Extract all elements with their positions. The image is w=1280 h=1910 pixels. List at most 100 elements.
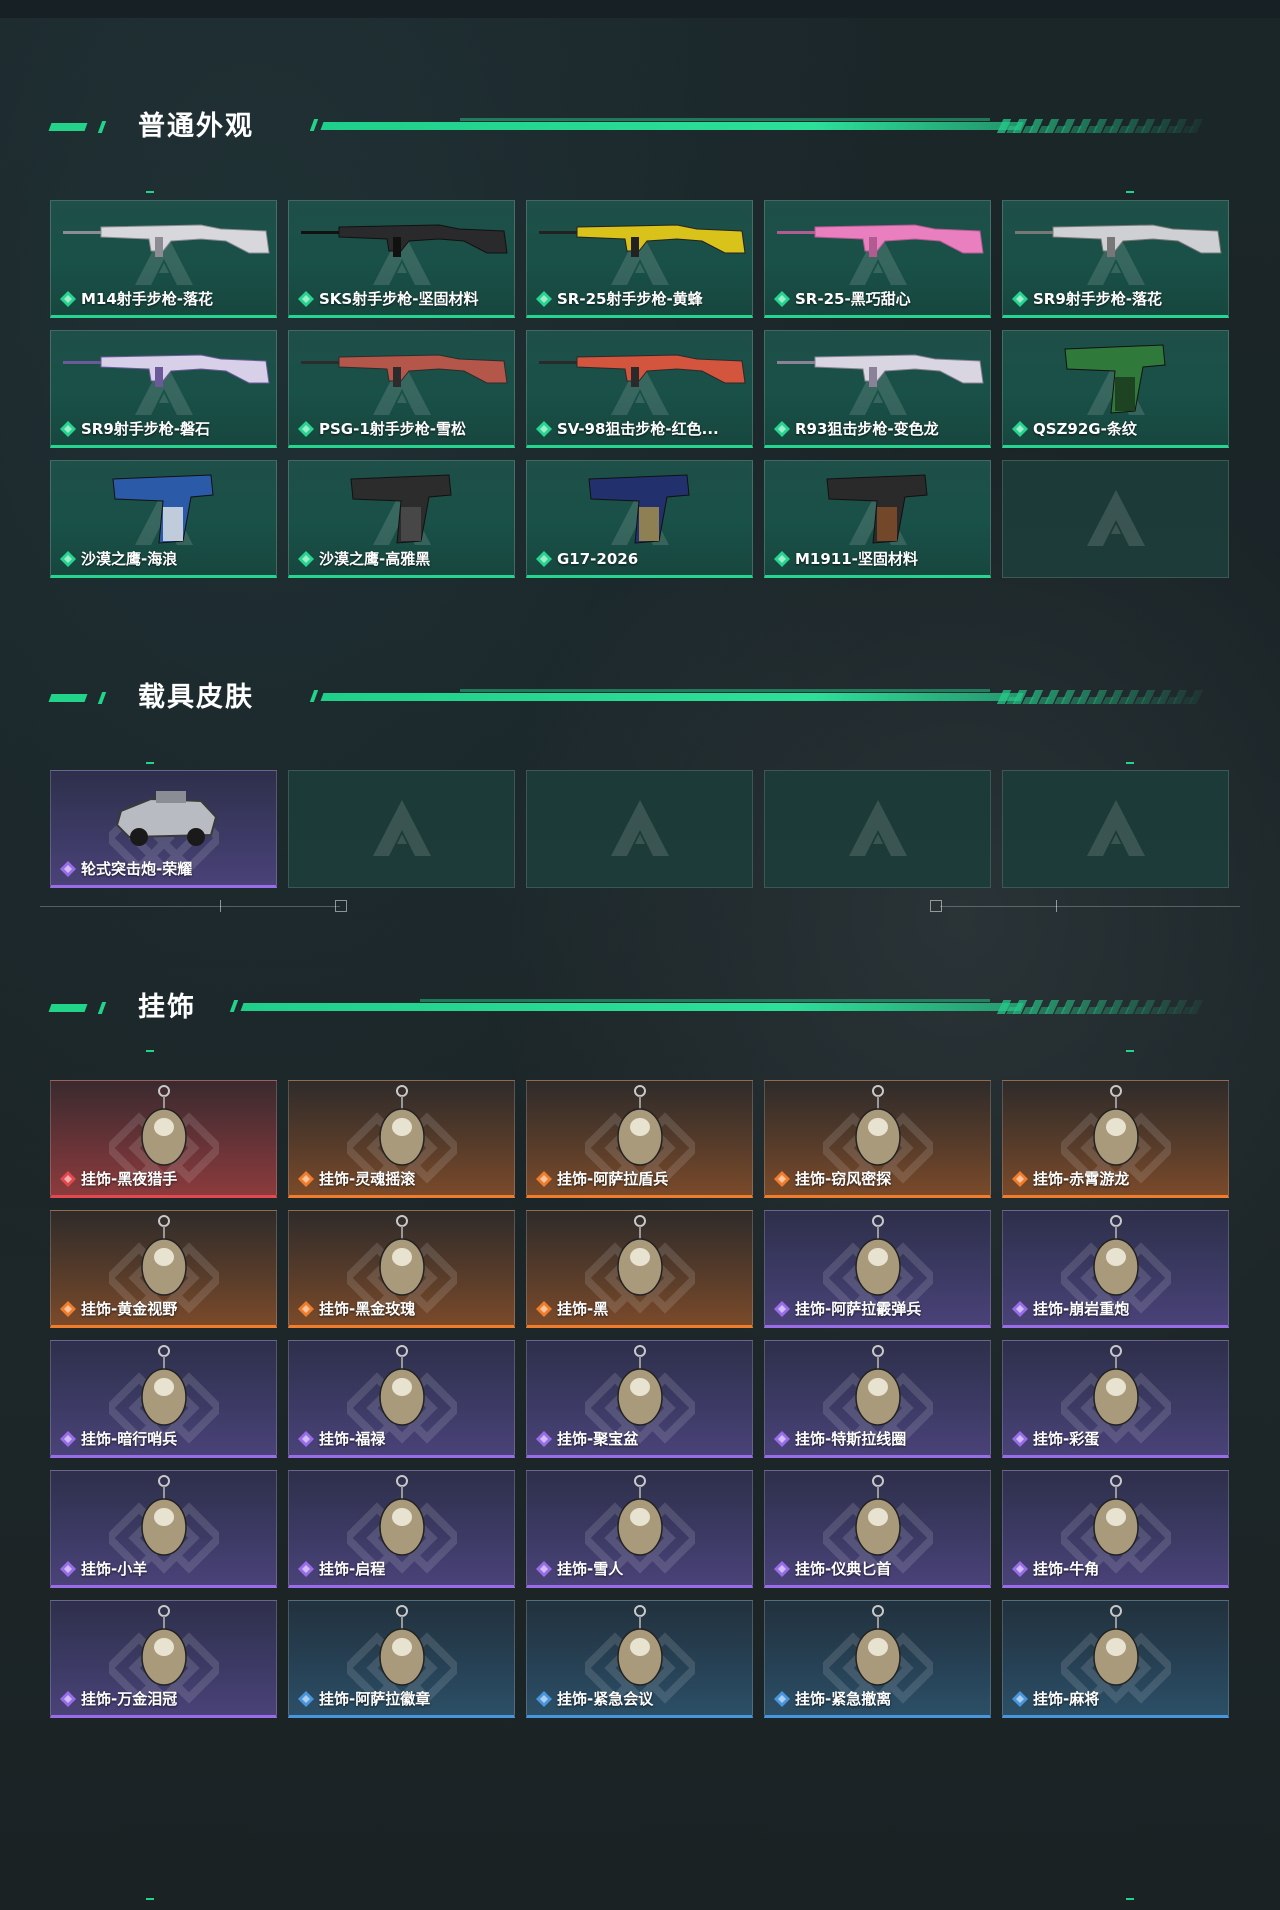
rarity-gem-icon [773,420,791,438]
item-card[interactable]: SV-98狙击步枪-红色... [526,330,753,448]
item-label: 挂饰-灵魂摇滚 [297,1169,508,1189]
item-card[interactable]: G17-2026 [526,460,753,578]
charm-icon [765,1081,990,1177]
item-card[interactable]: 挂饰-黑夜猎手 [50,1080,277,1198]
separator-left [0,900,1280,920]
charm-icon [527,1211,752,1307]
item-card[interactable]: 挂饰-福禄 [288,1340,515,1458]
item-label: 挂饰-聚宝盆 [535,1429,746,1449]
item-card[interactable]: QSZ92G-条纹 [1002,330,1229,448]
item-card[interactable]: 挂饰-黄金视野 [50,1210,277,1328]
item-card[interactable]: 沙漠之鹰-高雅黑 [288,460,515,578]
item-card[interactable]: 挂饰-窃风密探 [764,1080,991,1198]
item-card[interactable]: SR-25射手步枪-黄蜂 [526,200,753,318]
item-name: SKS射手步枪-坚固材料 [319,290,479,308]
separator-box [930,900,942,912]
item-label: G17-2026 [535,549,746,569]
watermark-logo-icon [843,794,913,864]
item-card[interactable]: 挂饰-特斯拉线圈 [764,1340,991,1458]
vehicle-icon [51,771,276,867]
item-name: SR-25-黑巧甜心 [795,290,911,308]
rarity-gem-icon [59,290,77,308]
item-label: QSZ92G-条纹 [1011,419,1222,439]
separator-box [335,900,347,912]
charm-icon [51,1081,276,1177]
item-card[interactable]: SR9射手步枪-磐石 [50,330,277,448]
grid-marker [146,762,154,764]
item-card[interactable]: 挂饰-紧急撤离 [764,1600,991,1718]
charm-icon [1003,1601,1228,1697]
item-label: SR-25-黑巧甜心 [773,289,984,309]
rifle-icon [1003,201,1228,297]
item-card[interactable]: 挂饰-阿萨拉徽章 [288,1600,515,1718]
item-card[interactable]: 挂饰-启程 [288,1470,515,1588]
charm-icon [289,1601,514,1697]
item-card[interactable]: 挂饰-麻将 [1002,1600,1229,1718]
pistol-icon [527,461,752,557]
watermark-logo-icon [605,794,675,864]
rarity-gem-icon [535,420,553,438]
item-card[interactable]: 挂饰-小羊 [50,1470,277,1588]
charm-icon [527,1471,752,1567]
charm-icon [527,1601,752,1697]
item-card[interactable]: SR9射手步枪-落花 [1002,200,1229,318]
item-card[interactable]: 挂饰-黑金玫瑰 [288,1210,515,1328]
item-card[interactable]: SKS射手步枪-坚固材料 [288,200,515,318]
charm-icon [765,1341,990,1437]
grid-marker [1126,1050,1134,1052]
rarity-gem-icon [59,1690,77,1708]
item-card[interactable]: 挂饰-阿萨拉霰弹兵 [764,1210,991,1328]
item-card[interactable]: 挂饰-暗行哨兵 [50,1340,277,1458]
header-line-thin [460,689,990,692]
item-card[interactable]: 挂饰-万金泪冠 [50,1600,277,1718]
item-label: SR-25射手步枪-黄蜂 [535,289,746,309]
rarity-gem-icon [535,550,553,568]
item-card[interactable]: 挂饰-赤霄游龙 [1002,1080,1229,1198]
item-card[interactable]: 挂饰-阿萨拉盾兵 [526,1080,753,1198]
item-card[interactable]: 挂饰-牛角 [1002,1470,1229,1588]
item-name: 挂饰-牛角 [1033,1560,1100,1578]
item-card[interactable]: 挂饰-仪典匕首 [764,1470,991,1588]
item-card[interactable]: 轮式突击炮-荣耀 [50,770,277,888]
item-label: 挂饰-万金泪冠 [59,1689,270,1709]
watermark-logo-icon [1081,484,1151,554]
header-checker [998,697,1202,704]
rarity-gem-icon [535,1430,553,1448]
rarity-gem-icon [59,1170,77,1188]
item-label: 挂饰-崩岩重炮 [1011,1299,1222,1319]
grid-marker [1126,762,1134,764]
item-name: 挂饰-雪人 [557,1560,624,1578]
item-card[interactable]: R93狙击步枪-变色龙 [764,330,991,448]
item-card[interactable]: M14射手步枪-落花 [50,200,277,318]
pistol-icon [1003,331,1228,427]
separator-tick [1056,900,1057,912]
item-card[interactable]: 挂饰-黑 [526,1210,753,1328]
item-card[interactable]: 挂饰-灵魂摇滚 [288,1080,515,1198]
rarity-gem-icon [59,1300,77,1318]
empty-slot [1002,770,1229,888]
item-name: SR9射手步枪-磐石 [81,420,211,438]
item-name: 挂饰-暗行哨兵 [81,1430,178,1448]
item-name: 挂饰-紧急会议 [557,1690,654,1708]
item-card[interactable]: 挂饰-彩蛋 [1002,1340,1229,1458]
item-label: 挂饰-阿萨拉霰弹兵 [773,1299,984,1319]
rarity-gem-icon [1011,290,1029,308]
item-card[interactable]: M1911-坚固材料 [764,460,991,578]
rarity-gem-icon [297,1300,315,1318]
item-label: 挂饰-黄金视野 [59,1299,270,1319]
item-card[interactable]: 沙漠之鹰-海浪 [50,460,277,578]
item-label: 挂饰-紧急撤离 [773,1689,984,1709]
rarity-gem-icon [1011,1690,1029,1708]
item-card[interactable]: 挂饰-雪人 [526,1470,753,1588]
charm-icon [289,1471,514,1567]
item-name: 挂饰-窃风密探 [795,1170,892,1188]
item-card[interactable]: 挂饰-崩岩重炮 [1002,1210,1229,1328]
item-card[interactable]: 挂饰-聚宝盆 [526,1340,753,1458]
item-card[interactable]: 挂饰-紧急会议 [526,1600,753,1718]
header-dash [48,694,88,702]
item-card[interactable]: PSG-1射手步枪-雪松 [288,330,515,448]
rifle-icon [289,331,514,427]
empty-slot [1002,460,1229,578]
section-title: 普通外观 [138,111,254,142]
item-card[interactable]: SR-25-黑巧甜心 [764,200,991,318]
